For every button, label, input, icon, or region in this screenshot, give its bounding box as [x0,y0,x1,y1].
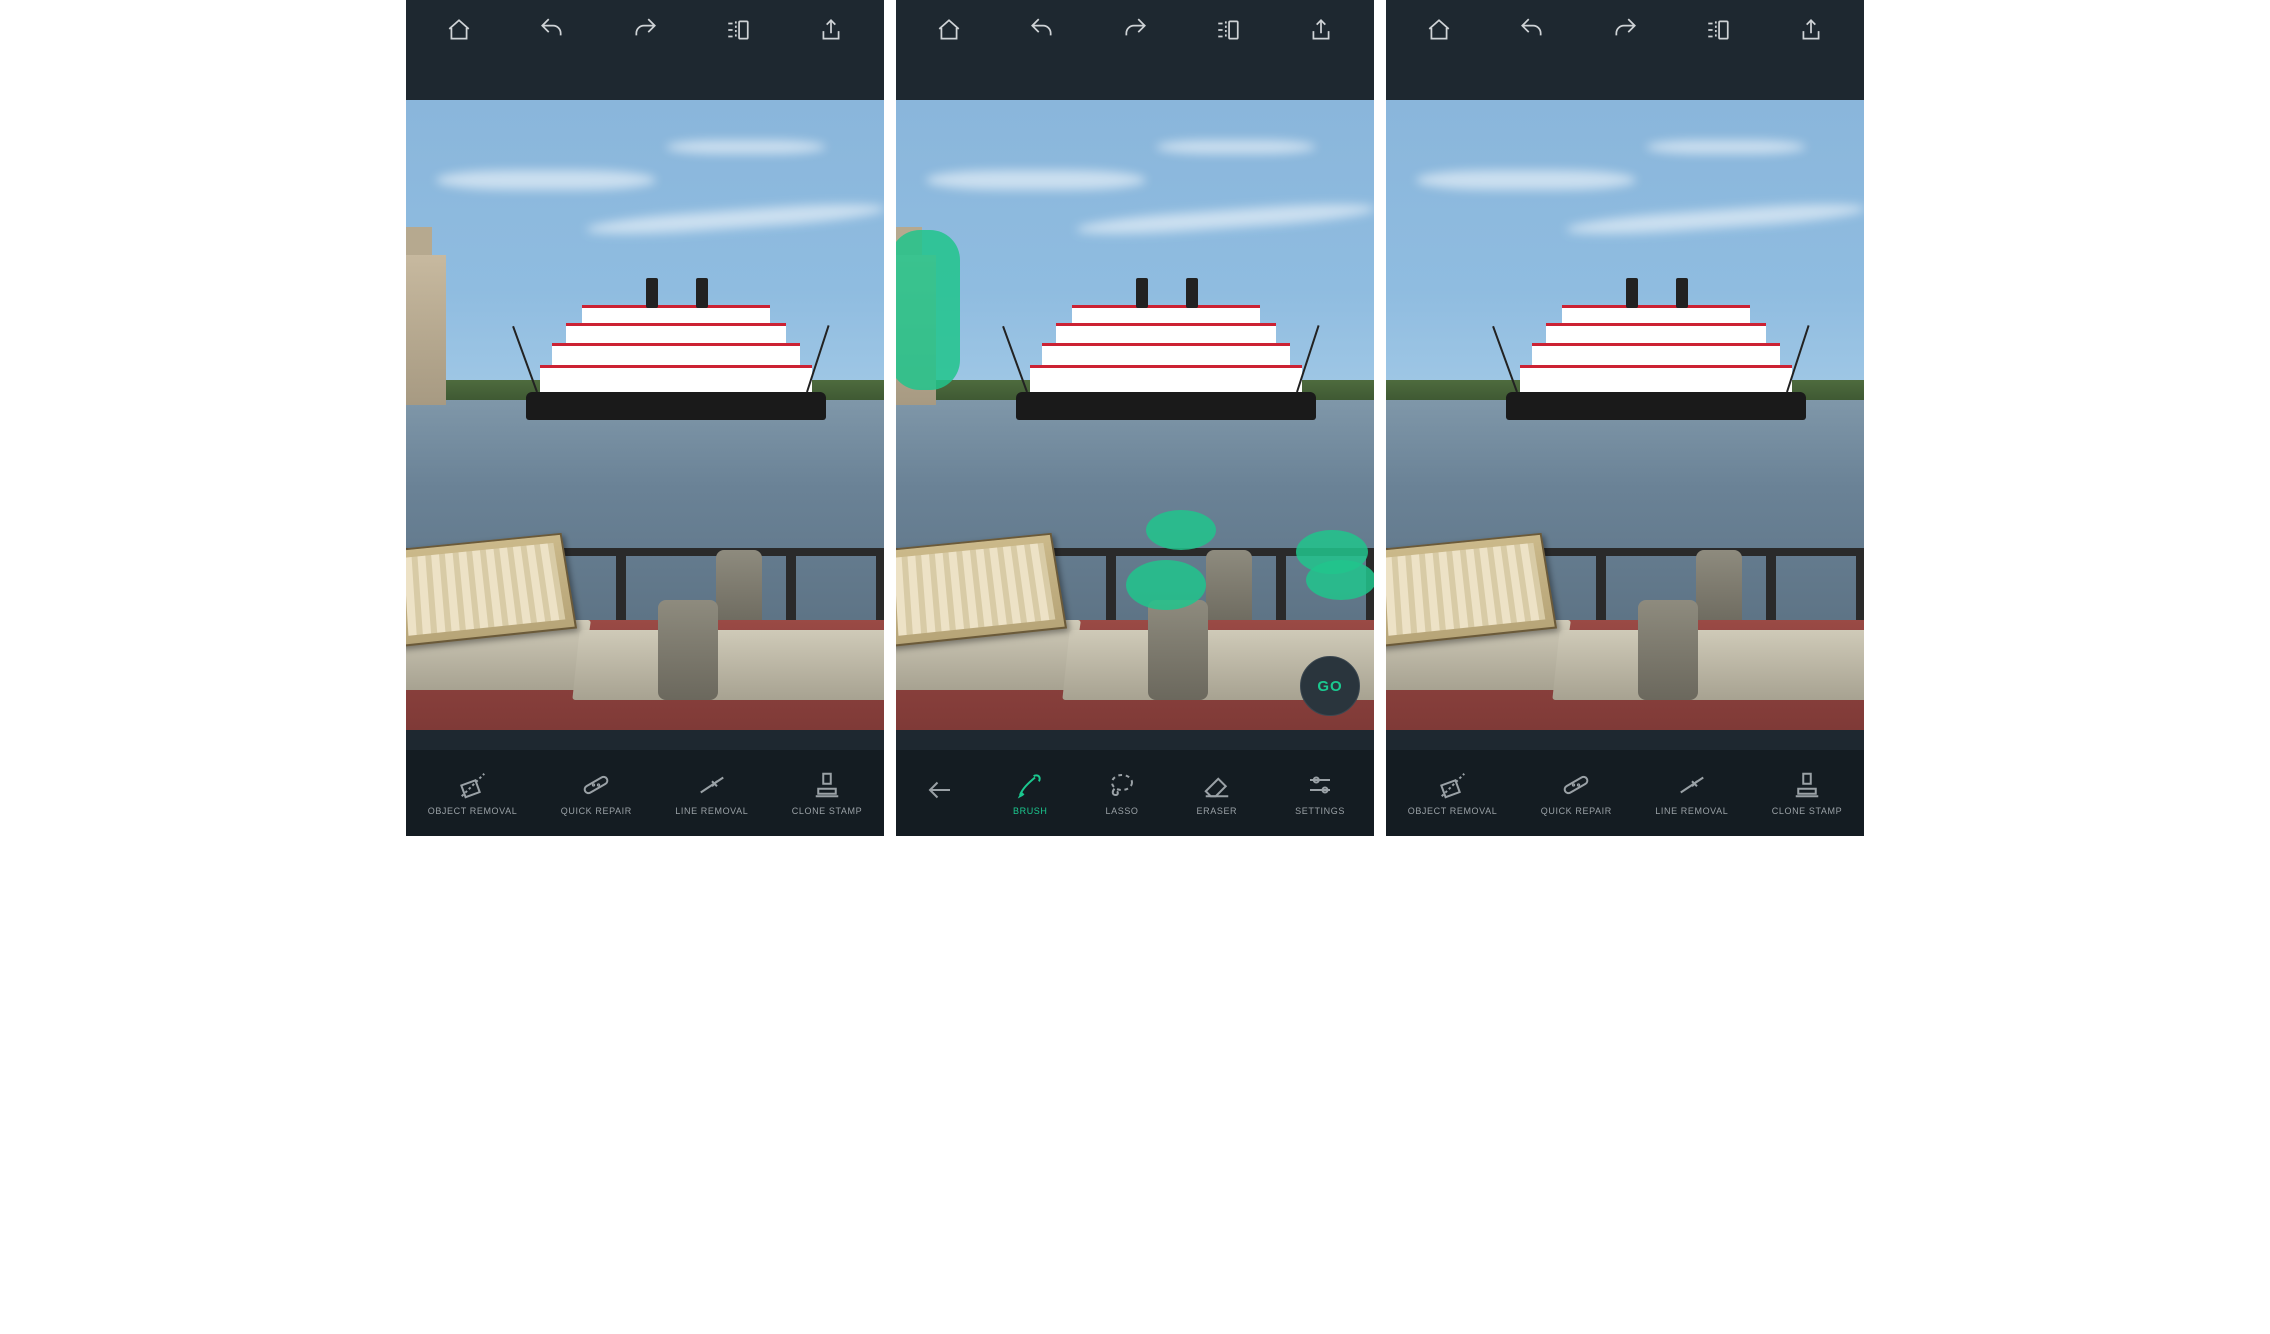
tool-label: QUICK REPAIR [1541,806,1612,816]
bottom-toolbar: OBJECT REMOVAL QUICK REPAIR LINE REMOVAL… [406,750,884,836]
home-icon [936,17,962,43]
undo-button[interactable] [1512,10,1552,50]
arrow-left-icon [925,775,955,805]
line-removal-icon [1677,770,1707,800]
redo-button[interactable] [625,10,665,50]
eraser-icon [1202,770,1232,800]
tool-label: CLONE STAMP [1772,806,1842,816]
bandage-icon [1561,770,1591,800]
tool-quick-repair[interactable]: QUICK REPAIR [1541,770,1612,816]
tool-line-removal[interactable]: LINE REMOVAL [675,770,748,816]
undo-button[interactable] [1022,10,1062,50]
tool-label: ERASER [1197,806,1238,816]
tool-label: OBJECT REMOVAL [428,806,518,816]
go-button[interactable]: GO [1300,656,1360,716]
brush-overlay [896,230,960,390]
top-toolbar [406,0,884,60]
tool-object-removal[interactable]: OBJECT REMOVAL [428,770,518,816]
tool-line-removal[interactable]: LINE REMOVAL [1655,770,1728,816]
home-button[interactable] [929,10,969,50]
lasso-icon [1107,770,1137,800]
home-button[interactable] [1419,10,1459,50]
screens-row: OBJECT REMOVAL QUICK REPAIR LINE REMOVAL… [0,0,2270,836]
undo-icon [1029,17,1055,43]
photo-signboard [896,533,1067,647]
redo-button[interactable] [1605,10,1645,50]
tool-label: LINE REMOVAL [1655,806,1728,816]
home-button[interactable] [439,10,479,50]
tool-object-removal[interactable]: OBJECT REMOVAL [1408,770,1498,816]
compare-icon [1705,17,1731,43]
compare-button[interactable] [1208,10,1248,50]
bottom-toolbar: OBJECT REMOVAL QUICK REPAIR LINE REMOVAL… [1386,750,1864,836]
tool-eraser[interactable]: ERASER [1197,770,1238,816]
redo-icon [1612,17,1638,43]
spacer [1386,730,1864,750]
tool-label: BRUSH [1013,806,1048,816]
spacer [406,60,884,100]
sliders-icon [1305,770,1335,800]
tool-label: SETTINGS [1295,806,1345,816]
share-icon [1798,17,1824,43]
tool-label: CLONE STAMP [792,806,862,816]
brush-overlay [1126,560,1206,610]
redo-button[interactable] [1115,10,1155,50]
tool-label: LASSO [1106,806,1139,816]
home-icon [446,17,472,43]
image-canvas[interactable] [1386,100,1864,730]
line-removal-icon [697,770,727,800]
photo-riverboat [1016,270,1316,420]
redo-icon [1122,17,1148,43]
tool-brush[interactable]: BRUSH [1013,770,1048,816]
share-button[interactable] [811,10,851,50]
tool-label: LINE REMOVAL [675,806,748,816]
share-button[interactable] [1791,10,1831,50]
photo-signboard [1386,533,1557,647]
photo-riverboat [526,270,826,420]
tool-quick-repair[interactable]: QUICK REPAIR [561,770,632,816]
redo-icon [632,17,658,43]
tool-label: QUICK REPAIR [561,806,632,816]
share-button[interactable] [1301,10,1341,50]
screen-before: OBJECT REMOVAL QUICK REPAIR LINE REMOVAL… [406,0,884,836]
tool-label: OBJECT REMOVAL [1408,806,1498,816]
compare-icon [1215,17,1241,43]
brush-overlay [1146,510,1216,550]
spacer [896,730,1374,750]
compare-button[interactable] [718,10,758,50]
image-canvas[interactable] [406,100,884,730]
compare-button[interactable] [1698,10,1738,50]
share-icon [1308,17,1334,43]
photo-building [406,255,446,405]
tool-settings[interactable]: SETTINGS [1295,770,1345,816]
spacer [406,730,884,750]
tool-clone-stamp[interactable]: CLONE STAMP [792,770,862,816]
top-toolbar [1386,0,1864,60]
image-canvas[interactable]: GO [896,100,1374,730]
back-button[interactable] [925,775,955,811]
compare-icon [725,17,751,43]
share-icon [818,17,844,43]
brush-overlay [1306,560,1374,600]
bottom-toolbar: BRUSH LASSO ERASER SETTINGS [896,750,1374,836]
object-removal-icon [1438,770,1468,800]
top-toolbar [896,0,1374,60]
screen-after: OBJECT REMOVAL QUICK REPAIR LINE REMOVAL… [1386,0,1864,836]
tool-lasso[interactable]: LASSO [1106,770,1139,816]
undo-icon [539,17,565,43]
object-removal-icon [458,770,488,800]
home-icon [1426,17,1452,43]
screen-brush: GO BRUSH LASSO ERASER SETTINGS [896,0,1374,836]
stamp-icon [812,770,842,800]
stamp-icon [1792,770,1822,800]
spacer [1386,60,1864,100]
photo-riverboat [1506,270,1806,420]
photo-signboard [406,533,577,647]
undo-button[interactable] [532,10,572,50]
bandage-icon [581,770,611,800]
undo-icon [1519,17,1545,43]
brush-icon [1015,770,1045,800]
tool-clone-stamp[interactable]: CLONE STAMP [1772,770,1842,816]
spacer [896,60,1374,100]
